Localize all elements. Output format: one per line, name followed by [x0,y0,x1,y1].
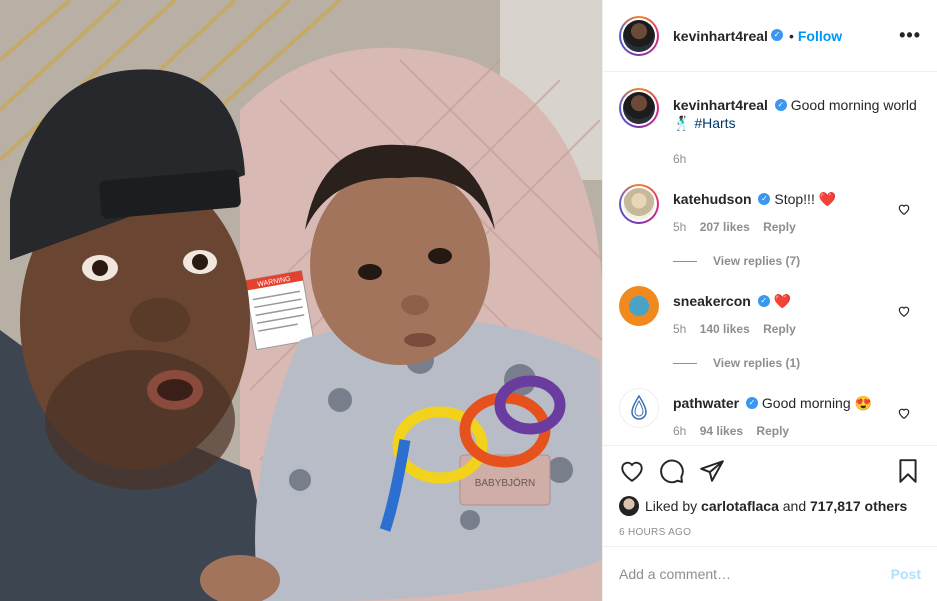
likes-middle: and [782,498,807,514]
post-actions: Liked by carlotaflaca and 717,817 others… [603,445,937,601]
reply-button[interactable]: Reply [763,220,796,234]
comment-likes[interactable]: 140 likes [700,322,750,336]
save-bookmark-icon[interactable] [895,458,921,484]
separator-dot: • [788,27,794,44]
reply-button[interactable]: Reply [763,322,796,336]
caption-hashtag[interactable]: #Harts [694,115,735,131]
comment-time[interactable]: 5h [673,220,686,234]
view-replies-button[interactable]: View replies (1) [673,356,921,370]
comment-emoji: ❤️ [773,293,792,309]
view-replies-button[interactable]: View replies (7) [673,254,921,268]
add-comment-bar: Post [603,546,937,601]
action-icons-bar [619,446,921,496]
post-header: kevinhart4real ✓ • Follow ••• [603,0,937,72]
caption-row: kevinhart4real ✓ Good morning world 🕺🏿 #… [619,88,921,168]
comment-username[interactable]: pathwater [673,395,739,411]
water-drop-icon [631,395,647,420]
comment-avatar[interactable] [619,286,659,326]
liker-avatar[interactable] [619,496,639,516]
verified-badge-icon: ✓ [746,397,759,410]
verified-badge-icon: ✓ [758,193,771,206]
like-comment-heart-icon[interactable] [897,406,911,420]
replies-divider-line [673,362,697,364]
like-comment-heart-icon[interactable] [897,304,911,318]
caption-avatar[interactable] [619,88,659,128]
caption-emoji: 🕺🏿 [673,115,691,131]
post-timestamp[interactable]: 6 HOURS AGO [619,527,921,538]
likes-count[interactable]: 717,817 others [810,498,907,514]
post-photo-illustration: WARNING BABYBJÖRN [0,0,602,601]
comment-text: Stop!!! [774,191,815,207]
replies-divider-line [673,260,697,262]
comment-row: katehudson ✓ Stop!!! ❤️ 5h 207 likes Rep… [619,184,921,236]
follow-button[interactable]: Follow [798,28,842,44]
comment-time[interactable]: 5h [673,322,686,336]
liker-username[interactable]: carlotaflaca [701,498,779,514]
comment-avatar[interactable] [619,184,659,224]
comment-username[interactable]: sneakercon [673,293,751,309]
verified-badge-icon: ✓ [774,99,787,112]
caption-text: Good morning world [790,97,917,113]
comment-username[interactable]: katehudson [673,191,752,207]
view-replies-label: View replies (7) [713,254,801,268]
like-heart-icon[interactable] [619,458,645,484]
add-comment-input[interactable] [619,566,891,582]
photo-brand-label: BABYBJÖRN [475,477,536,489]
verified-badge-icon: ✓ [757,295,770,308]
comment-time[interactable]: 6h [673,424,686,438]
view-replies-label: View replies (1) [713,356,801,370]
comment-row: sneakercon ✓ ❤️ 5h 140 likes Reply [619,286,921,338]
share-paper-plane-icon[interactable] [699,458,725,484]
reply-button[interactable]: Reply [756,424,789,438]
comment-bubble-icon[interactable] [659,458,685,484]
comment-row: pathwater ✓ Good morning 😍 6h 94 likes R… [619,388,921,440]
caption-username[interactable]: kevinhart4real [673,97,768,113]
comment-emoji: ❤️ [818,191,837,207]
caption-time[interactable]: 6h [673,152,686,166]
more-options-icon[interactable]: ••• [899,25,921,46]
post-photo[interactable]: WARNING BABYBJÖRN [0,0,602,601]
post-comment-button[interactable]: Post [891,566,921,582]
comment-emoji: 😍 [854,395,872,411]
verified-badge-icon: ✓ [770,28,783,41]
like-comment-heart-icon[interactable] [897,202,911,216]
comment-text: Good morning [761,395,851,411]
author-username[interactable]: kevinhart4real [673,28,768,44]
comment-avatar[interactable] [619,388,659,428]
author-avatar[interactable] [619,15,659,56]
likes-summary: Liked by carlotaflaca and 717,817 others [619,496,921,516]
comment-likes[interactable]: 207 likes [700,220,750,234]
post-sidebar: kevinhart4real ✓ • Follow ••• kevinhart4… [602,0,937,601]
comment-likes[interactable]: 94 likes [700,424,743,438]
comments-list[interactable]: kevinhart4real ✓ Good morning world 🕺🏿 #… [603,72,937,445]
likes-prefix: Liked by [645,498,698,514]
